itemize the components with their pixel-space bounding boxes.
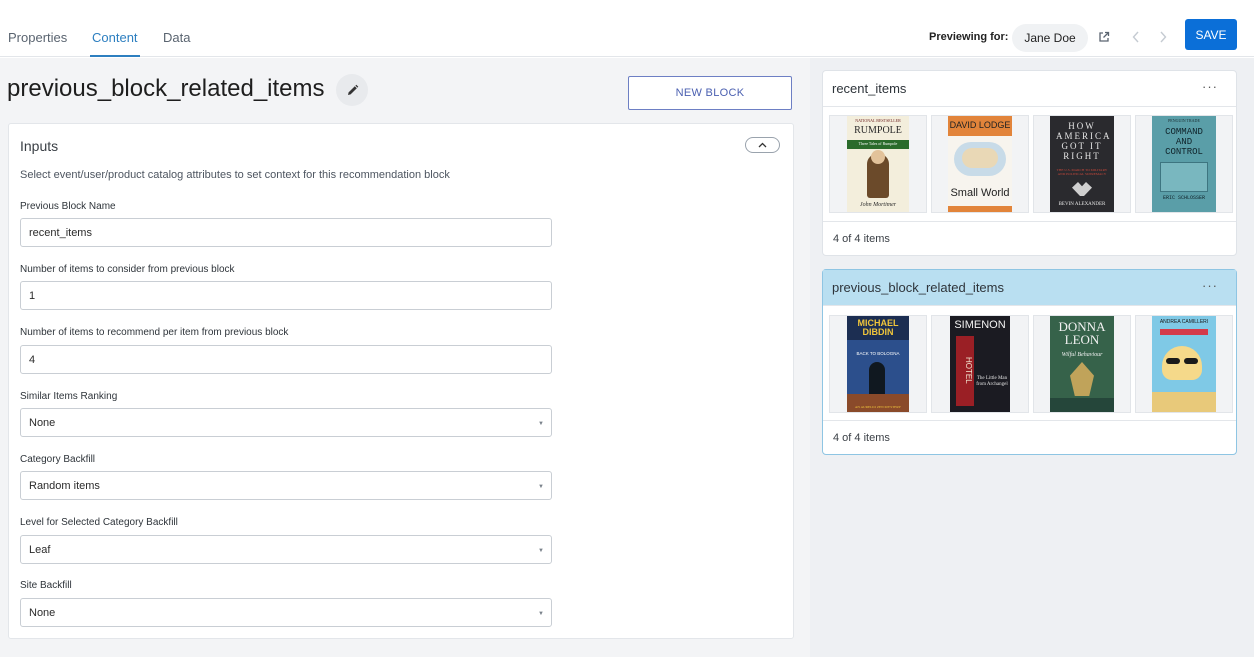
more-options-icon[interactable]: ··· [1202,278,1218,293]
edit-title-button[interactable] [336,74,368,106]
previous-block-name-input[interactable]: recent_items [20,218,552,247]
book-cover-andrea-camilleri: ANDREA CAMILLERI [1152,316,1216,412]
field-value: None [29,416,56,429]
dropdown-caret-icon: ▼ [538,484,544,490]
book-cover-rumpole: NATIONAL BESTSELLER RUMPOLE Three Tales … [847,116,909,212]
preview-user-name: Jane Doe [1024,31,1076,45]
item-count: 4 of 4 items [833,233,890,245]
more-options-icon[interactable]: ··· [1202,79,1218,94]
chevron-left-icon[interactable] [1128,28,1144,46]
divider [823,221,1236,222]
previous-block-name-label: Previous Block Name [20,201,116,212]
collapse-inputs-button[interactable] [745,137,780,153]
book-tile[interactable]: HOW AMERICA GOT IT RIGHT THE U.S. MARCH … [1033,115,1131,213]
book-cover-command-and-control: PENGUIN TRADE COMMAND AND CONTROL ERIC S… [1152,116,1216,212]
field-value: Random items [29,479,100,492]
site-backfill-select[interactable]: None ▼ [20,598,552,627]
dropdown-caret-icon: ▼ [538,611,544,617]
book-tile[interactable]: PENGUIN TRADE COMMAND AND CONTROL ERIC S… [1135,115,1233,213]
active-tab-indicator [90,55,140,57]
field-value: recent_items [29,226,92,239]
tab-content[interactable]: Content [92,30,138,45]
preview-block-name: previous_block_related_items [832,280,1004,295]
book-tile[interactable]: MICHAEL DIBDIN BACK TO BOLOGNA AN AURELI… [829,315,927,413]
preview-block-name: recent_items [832,81,907,96]
divider [823,420,1236,421]
item-count: 4 of 4 items [833,432,890,444]
dropdown-caret-icon: ▼ [538,548,544,554]
items-to-recommend-input[interactable]: 4 [20,345,552,374]
book-tile[interactable]: ANDREA CAMILLERI [1135,315,1233,413]
field-value: None [29,606,56,619]
book-tile[interactable]: SIMENON HOTEL The Little Man from Archan… [931,315,1029,413]
inputs-description: Select event/user/product catalog attrib… [20,169,450,181]
similar-items-ranking-label: Similar Items Ranking [20,391,118,402]
book-cover-small-world: DAVID LODGE Small World [948,116,1012,212]
book-tile[interactable]: DONNA LEON Wilful Behaviour [1033,315,1131,413]
tab-properties[interactable]: Properties [8,30,67,45]
preview-block-previous-block-related-items[interactable]: previous_block_related_items ··· MICHAEL… [822,269,1237,455]
tab-data[interactable]: Data [163,30,190,45]
preview-block-header: previous_block_related_items ··· [823,270,1236,306]
block-title: previous_block_related_items [7,75,325,102]
items-to-consider-label: Number of items to consider from previou… [20,264,235,275]
field-value: 4 [29,353,36,366]
field-value: 1 [29,289,36,302]
similar-items-ranking-select[interactable]: None ▼ [20,408,552,437]
book-tile[interactable]: DAVID LODGE Small World [931,115,1029,213]
chevron-up-icon [758,142,767,148]
external-link-icon[interactable] [1096,28,1112,46]
inputs-title: Inputs [20,138,59,154]
new-block-button[interactable]: NEW BLOCK [628,76,792,110]
previewing-label: Previewing for: [929,31,1009,43]
book-cover-the-little-man-from-archangel: SIMENON HOTEL The Little Man from Archan… [950,316,1010,412]
field-value: Leaf [29,543,51,556]
top-bar: Properties Content Data Previewing for: … [0,0,1254,57]
items-to-consider-input[interactable]: 1 [20,281,552,310]
pencil-icon [347,84,358,95]
dropdown-caret-icon: ▼ [538,421,544,427]
category-backfill-select[interactable]: Random items ▼ [20,471,552,500]
book-cover-wilful-behaviour: DONNA LEON Wilful Behaviour [1050,316,1114,412]
items-to-recommend-label: Number of items to recommend per item fr… [20,327,289,338]
preview-block-recent-items[interactable]: recent_items ··· NATIONAL BESTSELLER RUM… [822,70,1237,256]
chevron-right-icon[interactable] [1155,28,1171,46]
book-cover-back-to-bologna: MICHAEL DIBDIN BACK TO BOLOGNA AN AURELI… [847,316,909,412]
book-cover-how-america-got-it-right: HOW AMERICA GOT IT RIGHT THE U.S. MARCH … [1050,116,1114,212]
category-backfill-level-label: Level for Selected Category Backfill [20,517,178,528]
book-tile[interactable]: NATIONAL BESTSELLER RUMPOLE Three Tales … [829,115,927,213]
site-backfill-label: Site Backfill [20,580,72,591]
category-backfill-level-select[interactable]: Leaf ▼ [20,535,552,564]
preview-user-select[interactable]: Jane Doe [1012,24,1088,52]
preview-block-header: recent_items ··· [823,71,1236,107]
category-backfill-label: Category Backfill [20,454,96,465]
save-button[interactable]: SAVE [1185,19,1237,50]
